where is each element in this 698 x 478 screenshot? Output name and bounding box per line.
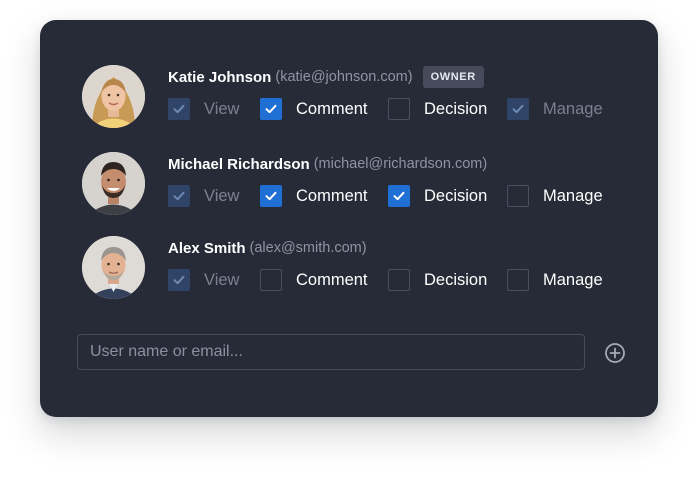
user-email: (alex@smith.com) bbox=[249, 240, 367, 256]
decision-checkbox[interactable] bbox=[388, 98, 410, 120]
user-search-input[interactable] bbox=[77, 334, 585, 370]
permission-decision[interactable]: Decision bbox=[388, 97, 487, 121]
decision-label: Decision bbox=[424, 186, 488, 205]
view-checkbox bbox=[168, 98, 190, 120]
user-name: Katie Johnson bbox=[168, 68, 272, 86]
user-row-michael-richardson: Michael Richardson (michael@richardson.c… bbox=[82, 152, 642, 216]
view-label: View bbox=[204, 186, 240, 205]
manage-checkbox[interactable] bbox=[507, 269, 529, 291]
permission-decision[interactable]: Decision bbox=[388, 184, 487, 208]
manage-label: Manage bbox=[543, 186, 603, 205]
permission-comment[interactable]: Comment bbox=[260, 184, 368, 208]
decision-checkbox[interactable] bbox=[388, 269, 410, 291]
manage-checkbox[interactable] bbox=[507, 185, 529, 207]
comment-checkbox[interactable] bbox=[260, 185, 282, 207]
permission-comment[interactable]: Comment bbox=[260, 268, 368, 292]
permission-manage[interactable]: Manage bbox=[507, 184, 603, 208]
manage-checkbox bbox=[507, 98, 529, 120]
comment-label: Comment bbox=[296, 270, 368, 289]
user-header: Alex Smith (alex@smith.com) bbox=[168, 237, 367, 259]
comment-label: Comment bbox=[296, 186, 368, 205]
permission-view: View bbox=[168, 268, 239, 292]
user-name: Alex Smith bbox=[168, 239, 246, 257]
user-row-katie-johnson: Katie Johnson (katie@johnson.com) OWNER … bbox=[82, 65, 642, 129]
check-icon bbox=[173, 104, 185, 114]
user-name: Michael Richardson bbox=[168, 155, 310, 173]
avatar-katie-johnson bbox=[82, 65, 145, 128]
permission-view: View bbox=[168, 97, 239, 121]
plus-circle-icon bbox=[605, 343, 625, 363]
permission-comment[interactable]: Comment bbox=[260, 97, 368, 121]
check-icon bbox=[173, 191, 185, 201]
comment-label: Comment bbox=[296, 99, 368, 118]
permission-manage: Manage bbox=[507, 97, 603, 121]
check-icon bbox=[265, 191, 277, 201]
add-user-button[interactable] bbox=[603, 341, 627, 365]
check-icon bbox=[393, 191, 405, 201]
permission-view: View bbox=[168, 184, 239, 208]
check-icon bbox=[173, 275, 185, 285]
user-row-alex-smith: Alex Smith (alex@smith.com) View Comment… bbox=[82, 236, 642, 300]
view-label: View bbox=[204, 270, 240, 289]
decision-checkbox[interactable] bbox=[388, 185, 410, 207]
decision-label: Decision bbox=[424, 270, 488, 289]
user-header: Michael Richardson (michael@richardson.c… bbox=[168, 153, 487, 175]
view-checkbox bbox=[168, 185, 190, 207]
owner-badge: OWNER bbox=[422, 66, 484, 88]
user-email: (michael@richardson.com) bbox=[313, 156, 488, 172]
avatar-alex-smith bbox=[82, 236, 145, 299]
user-header: Katie Johnson (katie@johnson.com) OWNER bbox=[168, 66, 484, 88]
avatar-michael-richardson bbox=[82, 152, 145, 215]
comment-checkbox[interactable] bbox=[260, 98, 282, 120]
check-icon bbox=[265, 104, 277, 114]
view-label: View bbox=[204, 99, 240, 118]
permission-decision[interactable]: Decision bbox=[388, 268, 487, 292]
share-permissions-panel: Katie Johnson (katie@johnson.com) OWNER … bbox=[40, 20, 658, 417]
user-email: (katie@johnson.com) bbox=[275, 69, 413, 85]
check-icon bbox=[512, 104, 524, 114]
decision-label: Decision bbox=[424, 99, 488, 118]
permission-manage[interactable]: Manage bbox=[507, 268, 603, 292]
view-checkbox bbox=[168, 269, 190, 291]
manage-label: Manage bbox=[543, 99, 603, 118]
comment-checkbox[interactable] bbox=[260, 269, 282, 291]
manage-label: Manage bbox=[543, 270, 603, 289]
